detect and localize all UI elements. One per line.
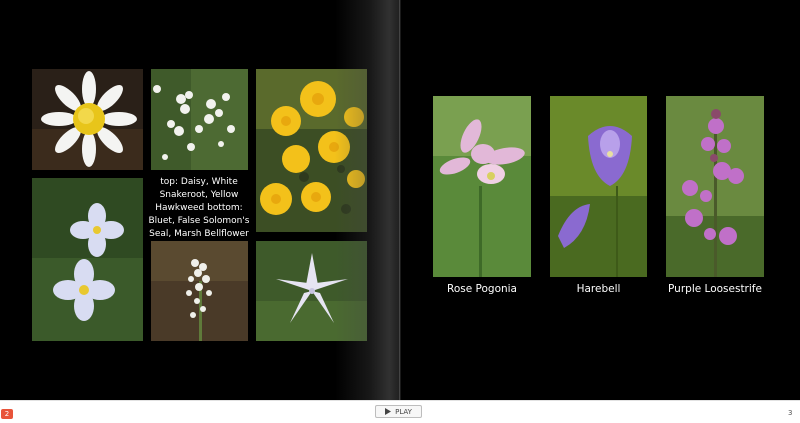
photo-purple-loosestrife <box>666 96 764 277</box>
photo-white-snakeroot <box>151 69 248 170</box>
left-page-caption: top: Daisy, White Snakeroot, Yellow Hawk… <box>148 177 250 239</box>
play-button[interactable]: PLAY <box>375 405 422 418</box>
play-button-label: PLAY <box>395 407 412 416</box>
caption-rose-pogonia: Rose Pogonia <box>447 283 517 295</box>
viewer-toolbar: 2 PLAY 3 <box>0 400 800 423</box>
play-icon <box>385 408 392 415</box>
photobook-spread: top: Daisy, White Snakeroot, Yellow Hawk… <box>0 0 800 400</box>
caption-harebell: Harebell <box>576 283 621 295</box>
right-page-number: 3 <box>788 409 793 417</box>
photo-harebell <box>550 96 647 277</box>
caption-purple-loosestrife: Purple Loosestrife <box>668 283 762 295</box>
photo-daisy <box>32 69 143 170</box>
gutter-shadow <box>335 0 399 400</box>
photo-bluet <box>32 178 143 341</box>
photo-rose-pogonia <box>433 96 531 277</box>
left-page-badge[interactable]: 2 <box>1 409 13 419</box>
right-page: Rose Pogonia Harebell Purple Loosestrife <box>401 0 800 400</box>
photo-false-solomons-seal <box>151 241 248 341</box>
